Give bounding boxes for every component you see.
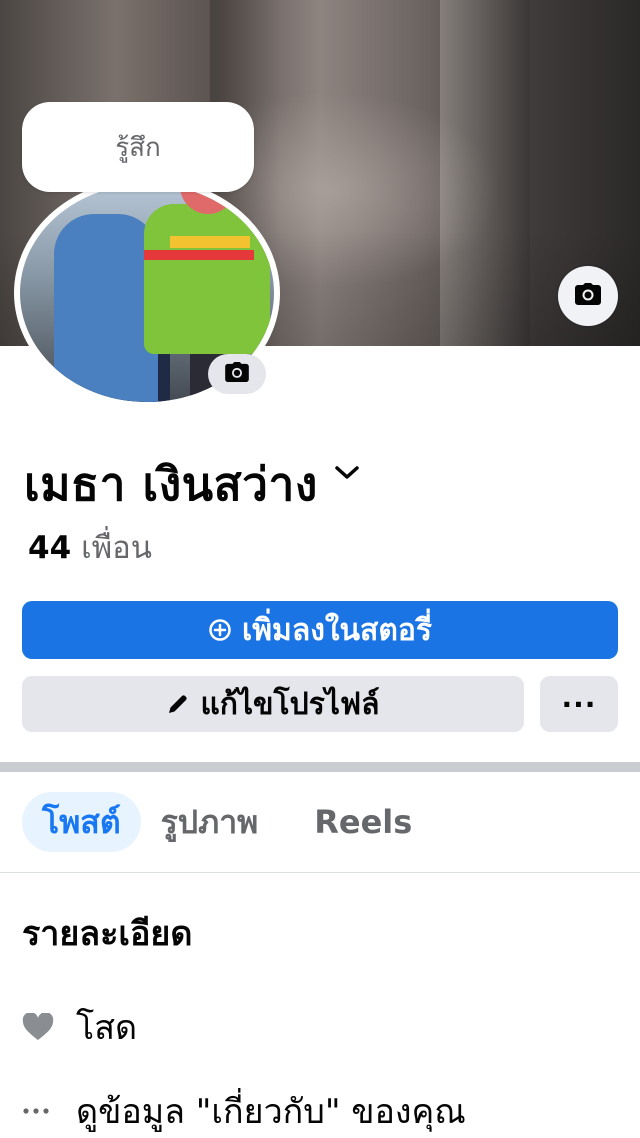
friends-count[interactable]: 44 เพื่อน: [28, 522, 152, 572]
chevron-down-icon[interactable]: [334, 465, 360, 485]
edit-avatar-camera-button[interactable]: [208, 354, 266, 394]
tab-reels[interactable]: Reels: [294, 792, 432, 852]
profile-name: เมธา เงินสว่าง: [24, 457, 318, 511]
photo-content: [144, 250, 254, 260]
photo-content: [144, 204, 270, 354]
profile-name-row[interactable]: เมธา เงินสว่าง: [24, 448, 360, 521]
tab-photos[interactable]: รูปภาพ: [141, 792, 279, 852]
photo-content: [170, 236, 250, 248]
add-to-story-button[interactable]: เพิ่มลงในสตอรี่: [22, 601, 618, 659]
camera-icon: [575, 283, 601, 309]
dots-icon: [22, 1106, 62, 1116]
pencil-icon: [166, 692, 190, 716]
edit-cover-camera-button[interactable]: [558, 266, 618, 326]
feeling-label: รู้สึก: [115, 132, 161, 163]
photo-content: [54, 214, 158, 402]
section-divider: [0, 762, 640, 772]
more-label: ···: [561, 687, 597, 721]
feeling-bubble[interactable]: รู้สึก: [22, 102, 254, 192]
detail-see-about[interactable]: ดูข้อมูล "เกี่ยวกับ" ของคุณ: [22, 1084, 466, 1138]
edit-profile-label: แก้ไขโปรไฟล์: [200, 686, 380, 722]
tab-divider: [0, 872, 640, 873]
heart-icon: [22, 1013, 62, 1041]
edit-profile-button[interactable]: แก้ไขโปรไฟล์: [22, 676, 524, 732]
camera-icon: [225, 362, 249, 386]
detail-text: โสด: [76, 1008, 138, 1048]
details-heading: รายละเอียด: [22, 914, 193, 954]
tab-posts[interactable]: โพสต์: [22, 792, 141, 852]
add-to-story-label: เพิ่มลงในสตอรี่: [242, 612, 432, 648]
detail-text: ดูข้อมูล "เกี่ยวกับ" ของคุณ: [76, 1092, 466, 1132]
friends-number: 44: [28, 530, 72, 566]
more-options-button[interactable]: ···: [540, 676, 618, 732]
plus-circle-icon: [208, 618, 232, 642]
profile-tabs: โพสต์ รูปภาพ Reels: [22, 792, 432, 852]
detail-relationship[interactable]: โสด: [22, 1000, 137, 1054]
friends-label: เพื่อน: [81, 530, 152, 566]
